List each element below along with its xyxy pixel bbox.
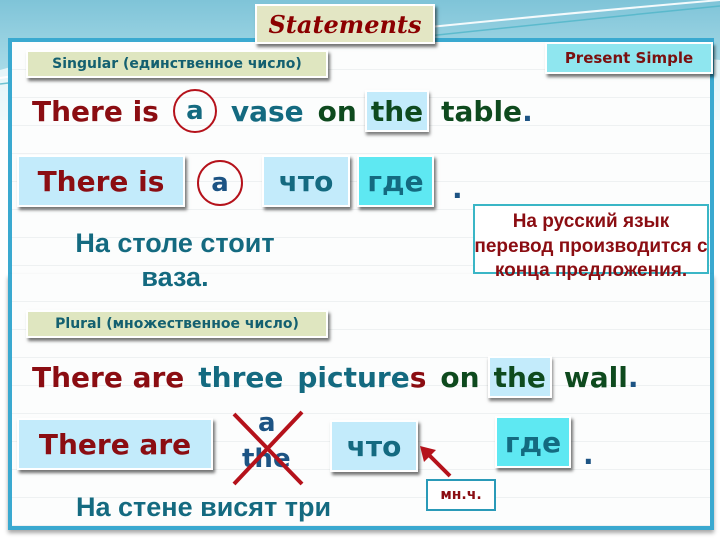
place-table: table: [441, 94, 523, 128]
plural-translation: На стене висят три: [76, 492, 332, 522]
plural-marker-box: мн.ч.: [426, 479, 496, 511]
singular-label: Singular (единственное число): [26, 50, 328, 78]
pattern-where-tile: где: [495, 416, 571, 468]
there-is-phrase: There is: [32, 94, 159, 128]
article-a-circled: a: [172, 89, 217, 133]
plural-label: Plural (множественное число): [26, 310, 328, 338]
singular-example-sentence: There is a vase on the table .: [32, 88, 533, 134]
plural-example-sentence: There are three picture s on the wall .: [32, 354, 639, 400]
noun-picture: picture: [297, 360, 410, 394]
pattern-there-are-tile: There are: [17, 418, 213, 470]
article-the-box: the: [487, 356, 552, 398]
period: .: [627, 360, 639, 394]
period: .: [522, 94, 533, 128]
pattern-period: .: [583, 438, 594, 471]
preposition-on: on: [440, 360, 480, 394]
pattern-what-tile: что: [262, 155, 350, 207]
pattern-article-a-circled: a: [197, 160, 243, 206]
singular-translation: На столе стоит ваза.: [75, 228, 275, 292]
pattern-there-is-tile: There is: [17, 155, 185, 207]
pattern-period: .: [452, 172, 463, 205]
preposition-on: on: [317, 94, 357, 128]
slide-title: Statements: [255, 4, 435, 44]
crossed-out-articles: a the: [228, 408, 308, 488]
article-the-box: the: [364, 90, 430, 132]
tense-label: Present Simple: [545, 42, 713, 74]
plural-suffix-s: s: [409, 360, 427, 394]
cross-out-x-icon: [232, 410, 304, 486]
number-three: three: [198, 360, 284, 394]
place-wall: wall: [563, 360, 628, 394]
there-are-phrase: There are: [32, 360, 185, 394]
pattern-where-tile: где: [357, 155, 434, 207]
translation-note-text: На русский язык перевод производится с к…: [474, 211, 708, 281]
pattern-what-tile: что: [330, 420, 418, 472]
arrow-icon: [420, 446, 452, 478]
noun-vase: vase: [230, 94, 304, 128]
